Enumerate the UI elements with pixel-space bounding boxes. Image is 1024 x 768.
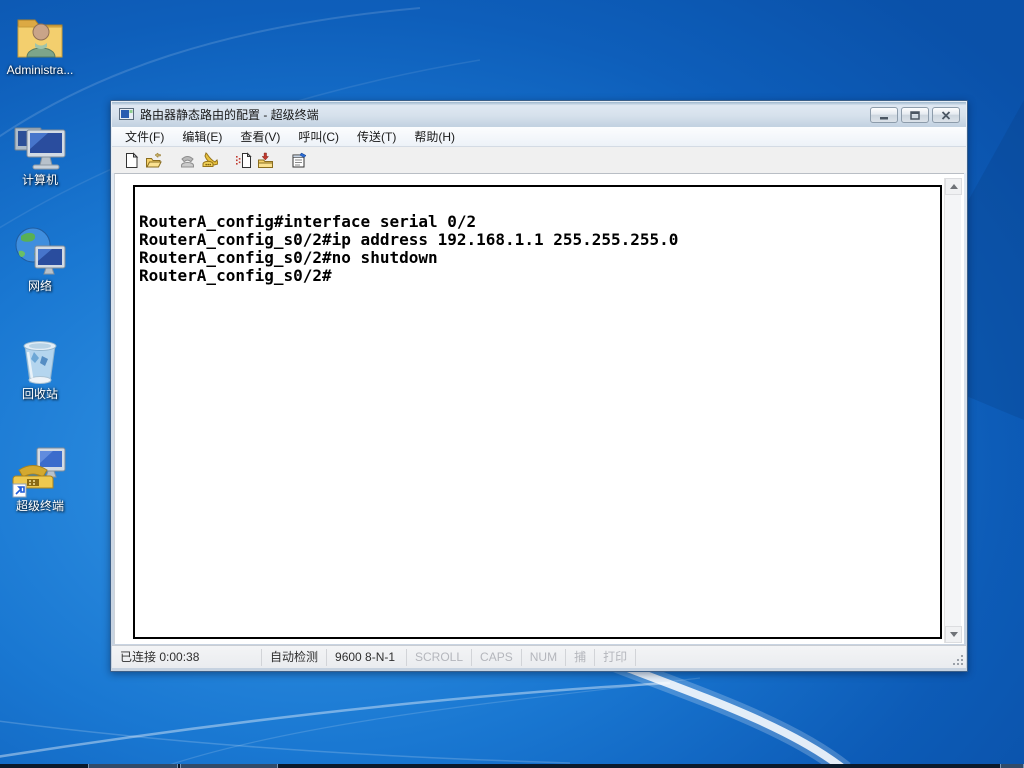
- desktop-icon-administrator[interactable]: Administra...: [4, 8, 76, 77]
- hyperterminal-window: 路由器静态路由的配置 - 超级终端 文件(F) 编辑(E) 查看(V) 呼叫(C…: [110, 100, 968, 672]
- resize-grip[interactable]: [952, 654, 964, 666]
- status-scroll-indicator: SCROLL: [407, 648, 473, 666]
- scroll-up-arrow-icon: [949, 184, 958, 189]
- maximize-icon: [910, 110, 920, 120]
- terminal-line: RouterA_config_s0/2#: [139, 266, 332, 285]
- open-folder-icon: [145, 152, 162, 167]
- desktop-icon-label: 网络: [27, 279, 52, 293]
- menu-file[interactable]: 文件(F): [116, 126, 173, 147]
- status-connected-time: 已连接 0:00:38: [112, 648, 262, 666]
- taskbar-button-edge[interactable]: [180, 764, 278, 768]
- desktop-icon-label: Administra...: [6, 63, 74, 77]
- receive-button[interactable]: [254, 150, 276, 170]
- network-icon: [15, 227, 66, 275]
- recycle-bin-icon: [23, 341, 57, 384]
- hyperterminal-window-icon: [119, 108, 134, 120]
- desktop-icon-recycle-bin[interactable]: 回收站: [4, 332, 76, 401]
- taskbar-button-edge[interactable]: [88, 764, 178, 768]
- close-icon: [941, 110, 951, 120]
- minimize-button[interactable]: [870, 107, 898, 123]
- maximize-button[interactable]: [901, 107, 929, 123]
- menu-edit[interactable]: 编辑(E): [173, 126, 231, 147]
- terminal-client-area: RouterA_config#interface serial 0/2 Route…: [114, 173, 964, 644]
- desktop-icon-label: 回收站: [21, 387, 58, 401]
- scroll-down-arrow-icon: [949, 632, 958, 637]
- window-title: 路由器静态路由的配置 - 超级终端: [140, 108, 319, 122]
- status-auto-detect: 自动检测: [262, 648, 328, 666]
- terminal-scrollbar[interactable]: [944, 178, 962, 643]
- desktop-icon-label: 计算机: [21, 173, 58, 187]
- desktop-icon-computer[interactable]: 计算机: [4, 118, 76, 187]
- minimize-icon: [880, 116, 888, 119]
- send-file-icon: [235, 151, 252, 168]
- properties-button[interactable]: [288, 150, 310, 170]
- administrator-folder-icon: [17, 19, 63, 58]
- desktop: Administra... 计算机 网络 回收站 超级终端 路由器静态路由的配置…: [0, 0, 1024, 768]
- toolbar: [112, 147, 966, 173]
- menu-transfer[interactable]: 传送(T): [348, 126, 405, 147]
- scroll-up-button[interactable]: [945, 178, 962, 195]
- computer-icon: [14, 127, 66, 170]
- terminal-line: RouterA_config_s0/2#ip address 192.168.1…: [139, 230, 679, 249]
- menu-help[interactable]: 帮助(H): [405, 126, 464, 147]
- terminal-line: RouterA_config#interface serial 0/2: [139, 212, 477, 231]
- status-baud-settings: 9600 8-N-1: [327, 648, 408, 666]
- desktop-icon-network[interactable]: 网络: [4, 224, 76, 293]
- terminal-screen[interactable]: RouterA_config#interface serial 0/2 Route…: [133, 185, 942, 639]
- menu-view[interactable]: 查看(V): [231, 126, 289, 147]
- status-bar: 已连接 0:00:38 自动检测 9600 8-N-1 SCROLL CAPS …: [112, 645, 966, 668]
- new-connection-icon: [125, 151, 138, 168]
- status-num-indicator: NUM: [522, 648, 567, 666]
- status-caps-indicator: CAPS: [472, 648, 522, 666]
- menu-bar: 文件(F) 编辑(E) 查看(V) 呼叫(C) 传送(T) 帮助(H): [112, 127, 966, 147]
- receive-file-icon: [257, 152, 273, 168]
- disconnect-phone-icon: [202, 151, 218, 167]
- scroll-down-button[interactable]: [945, 626, 962, 643]
- desktop-icon-label: 超级终端: [15, 499, 64, 513]
- call-phone-icon-disabled: [180, 155, 194, 167]
- terminal-output: RouterA_config#interface serial 0/2 Route…: [135, 187, 940, 285]
- open-button[interactable]: [142, 150, 164, 170]
- hyperterminal-icon: [12, 447, 66, 498]
- status-capture-indicator: 捕: [566, 648, 596, 666]
- menu-call[interactable]: 呼叫(C): [289, 126, 348, 147]
- properties-icon: [292, 152, 306, 167]
- call-button[interactable]: [176, 150, 198, 170]
- status-print-indicator: 打印: [595, 648, 637, 666]
- send-button[interactable]: [232, 150, 254, 170]
- close-button[interactable]: [932, 107, 960, 123]
- window-titlebar[interactable]: 路由器静态路由的配置 - 超级终端: [112, 102, 966, 127]
- taskbar-tray-edge[interactable]: [1000, 764, 1024, 768]
- desktop-icon-hyperterminal[interactable]: 超级终端: [4, 444, 76, 513]
- terminal-line: RouterA_config_s0/2#no shutdown: [139, 248, 438, 267]
- taskbar-edge[interactable]: [0, 764, 1024, 768]
- disconnect-button[interactable]: [198, 150, 220, 170]
- new-connection-button[interactable]: [120, 150, 142, 170]
